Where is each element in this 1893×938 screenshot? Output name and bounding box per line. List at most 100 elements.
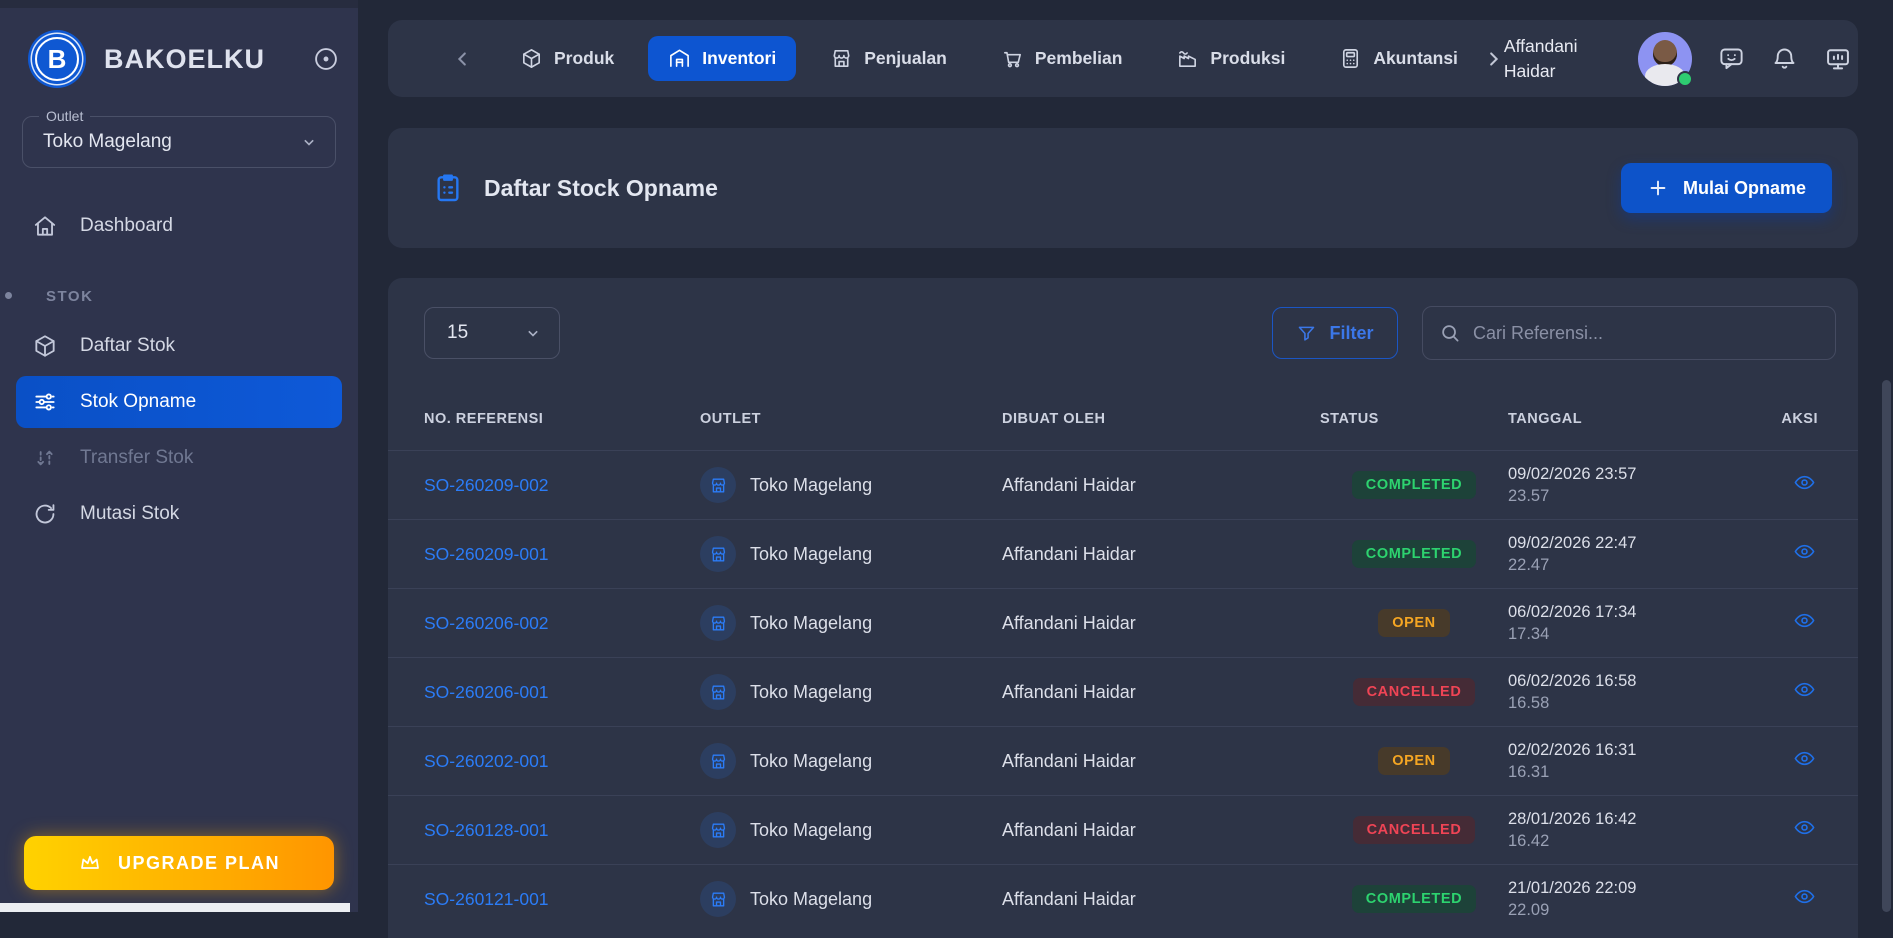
store-icon — [700, 674, 736, 710]
table-row: SO-260202-001 Toko Magelang Affandani Ha… — [388, 726, 1858, 795]
refresh-icon — [32, 501, 58, 527]
outlet-cell: Toko Magelang — [750, 888, 873, 909]
reference-link[interactable]: SO-260128-001 — [424, 820, 549, 840]
upgrade-plan-button[interactable]: UPGRADE PLAN — [24, 836, 334, 890]
reference-link[interactable]: SO-260202-001 — [424, 751, 549, 771]
store-icon — [700, 743, 736, 779]
search-box — [1422, 306, 1836, 360]
table-body: SO-260209-002 Toko Magelang Affandani Ha… — [388, 450, 1858, 933]
sidebar-collapse-button[interactable] — [312, 45, 340, 73]
view-button[interactable] — [1793, 747, 1816, 770]
eye-icon — [1793, 816, 1816, 839]
status-badge: OPEN — [1378, 609, 1450, 637]
reference-link[interactable]: SO-260206-001 — [424, 682, 549, 702]
outlet-cell: Toko Magelang — [750, 543, 873, 564]
view-button[interactable] — [1793, 678, 1816, 701]
table-controls: 15 Filter — [388, 278, 1858, 360]
sidebar-item-stok-opname[interactable]: Stok Opname — [16, 376, 342, 428]
created-by-cell: Affandani Haidar — [1002, 888, 1136, 909]
status-badge: COMPLETED — [1351, 471, 1477, 499]
view-button[interactable] — [1793, 885, 1816, 908]
column-header: TANGGAL — [1508, 411, 1583, 427]
table-row: SO-260128-001 Toko Magelang Affandani Ha… — [388, 795, 1858, 864]
store-icon — [700, 812, 736, 848]
sidebar-item-transfer-stok[interactable]: Transfer Stok — [16, 432, 342, 484]
chevron-down-icon — [299, 132, 319, 152]
outlet-cell: Toko Magelang — [750, 681, 873, 702]
nav-tab-produk[interactable]: Produk — [500, 36, 634, 81]
date-cell: 09/02/2026 22:47 22.47 — [1508, 534, 1637, 574]
status-badge: CANCELLED — [1352, 816, 1476, 844]
view-button[interactable] — [1793, 471, 1816, 494]
user-avatar[interactable] — [1637, 31, 1693, 87]
status-badge: CANCELLED — [1352, 678, 1476, 706]
chevron-down-icon — [523, 323, 543, 343]
nav-tab-label: Pembelian — [1034, 48, 1123, 68]
sidebar-item-daftar-stok[interactable]: Daftar Stok — [16, 320, 342, 372]
nav-scroll-left-button[interactable] — [452, 48, 474, 70]
created-by-cell: Affandani Haidar — [1002, 681, 1136, 702]
notifications-button[interactable] — [1771, 45, 1798, 72]
nav-tab-label: Akuntansi — [1373, 48, 1458, 68]
search-input[interactable] — [1473, 322, 1821, 344]
brand-name: BAKOELKU — [104, 43, 265, 74]
chat-smiley-icon — [1718, 45, 1745, 72]
nav-scroll-right-button[interactable] — [1482, 48, 1504, 70]
mulai-opname-button[interactable]: Mulai Opname — [1620, 163, 1832, 213]
view-button[interactable] — [1793, 540, 1816, 563]
created-by-cell: Affandani Haidar — [1002, 543, 1136, 564]
bell-icon — [1771, 45, 1798, 72]
table-card: 15 Filter NO. REFERENSI OUTLET DIBUAT OLEH… — [388, 278, 1858, 938]
reference-link[interactable]: SO-260209-001 — [424, 544, 549, 564]
filter-button[interactable]: Filter — [1272, 307, 1398, 359]
nav-tab-akuntansi[interactable]: Akuntansi — [1319, 36, 1478, 81]
user-zone: Affandani Haidar — [1504, 31, 1852, 87]
cart-icon — [1001, 47, 1024, 70]
sidebar-item-mutasi-stok[interactable]: Mutasi Stok — [16, 488, 342, 540]
store-icon — [700, 467, 736, 503]
date-cell: 06/02/2026 16:58 16.58 — [1508, 672, 1637, 712]
reference-link[interactable]: SO-260206-002 — [424, 613, 549, 633]
calculator-icon — [1339, 47, 1362, 70]
column-header: DIBUAT OLEH — [1002, 411, 1106, 427]
outlet-label: Outlet — [39, 108, 91, 124]
section-dot — [5, 292, 12, 299]
scrollbar-thumb[interactable] — [1882, 380, 1891, 912]
brand: B BAKOELKU — [0, 0, 358, 88]
nav-tab-inventori[interactable]: Inventori — [648, 36, 797, 81]
date-cell: 02/02/2026 16:31 16.31 — [1508, 741, 1637, 781]
online-status-dot — [1676, 70, 1693, 87]
nav-tab-pembelian[interactable]: Pembelian — [981, 36, 1143, 81]
display-stats-button[interactable] — [1824, 45, 1852, 73]
nav-tab-produksi[interactable]: Produksi — [1156, 36, 1305, 81]
view-button[interactable] — [1793, 816, 1816, 839]
top-navigation-bar: Produk Inventori Penjualan Pembelian Pro… — [388, 20, 1858, 97]
clipboard-icon — [432, 172, 464, 204]
eye-icon — [1793, 678, 1816, 701]
reference-link[interactable]: SO-260121-001 — [424, 889, 549, 909]
reference-link[interactable]: SO-260209-002 — [424, 475, 549, 495]
page-size-select[interactable]: 15 — [424, 307, 560, 359]
date-cell: 21/01/2026 22:09 22.09 — [1508, 879, 1637, 919]
sliders-icon — [32, 389, 58, 415]
outlet-value: Toko Magelang — [43, 131, 172, 152]
created-by-cell: Affandani Haidar — [1002, 819, 1136, 840]
nav-tab-penjualan[interactable]: Penjualan — [810, 36, 967, 81]
plus-icon — [1647, 177, 1669, 199]
date-cell: 28/01/2026 16:42 16.42 — [1508, 810, 1637, 850]
brand-logo-icon: B — [28, 30, 86, 88]
sidebar-item-dashboard[interactable]: Dashboard — [16, 200, 342, 252]
outlet-select[interactable]: Outlet Toko Magelang — [22, 108, 336, 168]
eye-icon — [1793, 747, 1816, 770]
warehouse-icon — [668, 47, 691, 70]
column-header: AKSI — [1781, 411, 1818, 427]
page-title: Daftar Stock Opname — [484, 174, 718, 201]
eye-icon — [1793, 885, 1816, 908]
page-size-value: 15 — [447, 322, 469, 343]
bottom-strip — [0, 903, 350, 912]
column-header: STATUS — [1320, 411, 1379, 427]
column-header: NO. REFERENSI — [424, 411, 544, 427]
sidebar-item-label: Dashboard — [80, 215, 173, 236]
view-button[interactable] — [1793, 609, 1816, 632]
feedback-button[interactable] — [1718, 45, 1745, 72]
